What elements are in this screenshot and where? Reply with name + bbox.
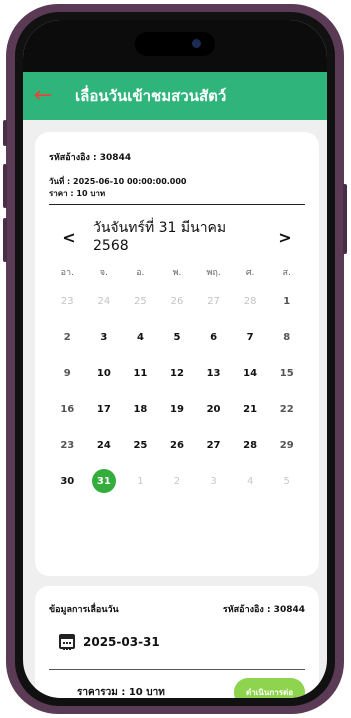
divider (49, 669, 305, 670)
booking-calendar-card: รหัสอ้างอิง : 30844 วันที่ : 2025-06-10 … (35, 132, 319, 576)
calendar-day[interactable]: 10 (86, 355, 123, 391)
calendar-grid: อา. จ. อ. พ. พฤ. ศ. ส. 23 24 25 26 27 28… (49, 263, 305, 499)
calendar-day: 1 (137, 475, 144, 487)
divider (49, 204, 305, 205)
total-price: ราคารวม : 10 บาท (77, 687, 165, 698)
weekday-label: อา. (60, 268, 74, 278)
calendar-day[interactable]: 2 (49, 319, 86, 355)
calendar-day[interactable]: 1 (268, 283, 305, 319)
dynamic-island (135, 32, 215, 56)
calendar-day: 2 (173, 475, 181, 487)
selected-date-year: 2568 (93, 238, 129, 254)
calendar-day[interactable]: 27 (195, 427, 232, 463)
weekday-label: ศ. (245, 268, 255, 278)
calendar-day: 4 (246, 475, 254, 487)
calendar-day: 5 (283, 475, 290, 487)
calendar-day[interactable]: 9 (49, 355, 86, 391)
calendar-day[interactable]: 8 (268, 319, 305, 355)
new-date-row: 2025-03-31 (59, 634, 305, 650)
calendar-day[interactable]: 18 (122, 391, 159, 427)
calendar-day[interactable]: 6 (195, 319, 232, 355)
calendar-day[interactable]: 22 (268, 391, 305, 427)
proceed-button[interactable]: ดำเนินการต่อ (234, 678, 305, 698)
calendar-day: 3 (210, 475, 217, 487)
reschedule-summary-card: ข้อมูลการเลื่อนวัน รหัสอ้างอิง : 30844 2… (35, 586, 319, 698)
side-button (3, 120, 7, 146)
side-button (343, 184, 347, 254)
calendar-day[interactable]: 13 (195, 355, 232, 391)
weekday-label: พฤ. (206, 268, 221, 278)
selected-date-line1: วันจันทร์ที่ 31 มีนาคม (93, 220, 227, 236)
calendar-day[interactable]: 7 (232, 319, 269, 355)
calendar-day[interactable]: 5 (159, 319, 196, 355)
calendar-day[interactable]: 21 (232, 391, 269, 427)
calendar-day: 24 (97, 295, 111, 307)
calendar-day[interactable]: 4 (122, 319, 159, 355)
calendar-day[interactable]: 19 (159, 391, 196, 427)
calendar-day[interactable]: 12 (159, 355, 196, 391)
app-bar: ← เลื่อนวันเข้าชมสวนสัตว์ (23, 72, 327, 120)
calendar-day[interactable]: 17 (86, 391, 123, 427)
calendar-day-selected[interactable]: 31 (86, 463, 123, 499)
calendar-day[interactable]: 30 (49, 463, 86, 499)
calendar-day: 27 (207, 295, 220, 307)
weekday-label: อ. (136, 268, 145, 278)
booking-price: ราคา : 10 บาท (49, 189, 106, 198)
weekday-label: พ. (172, 268, 182, 278)
phone-bezel: ← เลื่อนวันเข้าชมสวนสัตว์ รหัสอ้างอิง : … (15, 12, 335, 706)
booking-date: วันที่ : 2025-06-10 00:00:00.000 (49, 177, 187, 186)
calendar-day[interactable]: 28 (232, 427, 269, 463)
calendar-day[interactable]: 23 (49, 427, 86, 463)
screen: ← เลื่อนวันเข้าชมสวนสัตว์ รหัสอ้างอิง : … (23, 20, 327, 698)
booking-ref: รหัสอ้างอิง : 30844 (49, 153, 132, 163)
new-date: 2025-03-31 (83, 634, 160, 649)
calendar-day[interactable]: 26 (159, 427, 196, 463)
page-title: เลื่อนวันเข้าชมสวนสัตว์ (75, 87, 227, 105)
selected-date-label: วันจันทร์ที่ 31 มีนาคม 2568 (79, 219, 275, 255)
calendar-day[interactable]: 29 (268, 427, 305, 463)
calendar-day[interactable]: 20 (195, 391, 232, 427)
side-button (3, 218, 7, 262)
side-button (3, 164, 7, 208)
arrow-left-icon[interactable]: ← (23, 85, 63, 107)
calendar-day[interactable]: 16 (49, 391, 86, 427)
summary-ref: รหัสอ้างอิง : 30844 (222, 605, 305, 615)
weekday-label: ส. (282, 268, 291, 278)
calendar-day[interactable]: 15 (268, 355, 305, 391)
calendar-day[interactable]: 25 (122, 427, 159, 463)
calendar-day: 25 (134, 295, 147, 307)
calendar-day: 23 (60, 295, 74, 307)
calendar-day[interactable]: 3 (86, 319, 123, 355)
summary-heading: ข้อมูลการเลื่อนวัน (49, 605, 119, 615)
weekday-label: จ. (99, 268, 108, 278)
calendar-icon (59, 634, 75, 650)
phone-frame: ← เลื่อนวันเข้าชมสวนสัตว์ รหัสอ้างอิง : … (3, 4, 347, 714)
camera-icon (192, 39, 201, 48)
calendar-day[interactable]: 11 (122, 355, 159, 391)
calendar-day: 26 (170, 295, 184, 307)
month-header: < วันจันทร์ที่ 31 มีนาคม 2568 > (49, 219, 305, 255)
calendar-day[interactable]: 24 (86, 427, 123, 463)
calendar-day[interactable]: 14 (232, 355, 269, 391)
next-month-button[interactable]: > (275, 228, 295, 247)
prev-month-button[interactable]: < (59, 228, 79, 247)
calendar-day: 28 (243, 295, 257, 307)
summary-header: ข้อมูลการเลื่อนวัน รหัสอ้างอิง : 30844 (49, 602, 305, 616)
summary-footer: ราคารวม : 10 บาท ดำเนินการต่อ (49, 678, 305, 698)
selected-day-label: 31 (91, 469, 116, 493)
